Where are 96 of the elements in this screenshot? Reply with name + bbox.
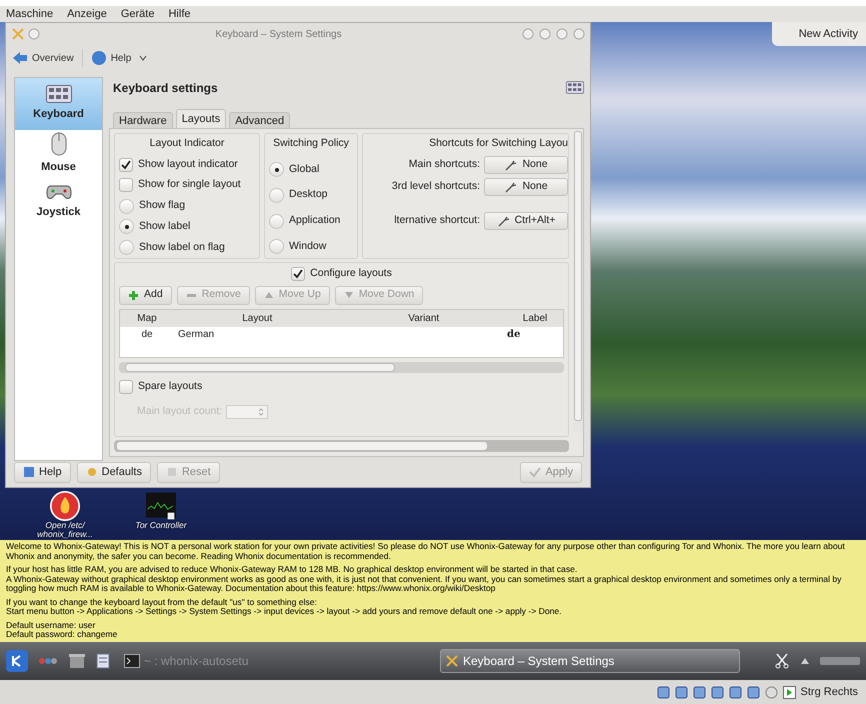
menu-item[interactable]: Geräte (120, 6, 154, 22)
checkbox[interactable] (119, 178, 133, 192)
radio-button[interactable] (119, 198, 134, 214)
column-header[interactable]: Map (120, 310, 174, 326)
option-label[interactable]: Show for single layout (138, 177, 241, 194)
column-header[interactable]: Label (507, 310, 563, 326)
radio-button[interactable] (119, 219, 134, 234)
group-title: Shortcuts for Switching Layou (428, 136, 568, 151)
notice-text: Default password: changeme (6, 630, 118, 640)
check-icon (529, 466, 542, 478)
column-header[interactable]: Layout (174, 310, 340, 326)
column-header[interactable]: Variant (340, 310, 507, 326)
mouse-icon (50, 132, 66, 156)
checkbox[interactable] (291, 266, 306, 281)
desktop-icon-label[interactable]: Open /etc/ whonix_firew... (30, 521, 100, 539)
table-cell-text: de (140, 328, 154, 342)
checkbox[interactable] (119, 158, 133, 172)
wrench-icon (504, 158, 518, 171)
arrow-key-icon (782, 686, 796, 698)
shortcut-button[interactable]: Ctrl+Alt+ (484, 212, 568, 230)
footer-button[interactable]: Defaults (76, 462, 151, 482)
horizontal-scrollbar[interactable] (114, 440, 569, 452)
keyboard-icon (46, 85, 72, 104)
vertical-scrollbar[interactable] (573, 130, 583, 432)
footer-button[interactable]: Help (14, 462, 71, 482)
tab[interactable]: Advanced (229, 112, 290, 128)
start-menu-icon[interactable] (6, 650, 28, 672)
toolbar-button[interactable]: Help (90, 50, 132, 66)
group-title: Layout Indicator (148, 136, 226, 151)
shortcut-label: lternative shortcut: (394, 212, 480, 228)
checkbox[interactable] (119, 380, 133, 394)
shortcut-label: 3rd level shortcuts: (392, 178, 480, 194)
new-activity-button[interactable]: New Activity (772, 22, 866, 46)
back-arrow-icon (12, 51, 28, 65)
toolbar-button[interactable]: Overview (12, 50, 74, 66)
plus-icon (128, 290, 139, 301)
tab[interactable]: Layouts (176, 108, 226, 128)
sidebar-item[interactable]: Joystick (15, 178, 102, 226)
notice-text: A Whonix-Gateway without graphical desktop environment works as good as one with, it is just not that convenient. If you want, you can sometimes start a graphical desktop environment and sometimes only a terminal by toggling how much RAM is available to Whonix-Gateway. Documentation about this feature: https://www.whonix.org/wiki/Desktop (6, 574, 842, 594)
option-label[interactable]: Show label (139, 218, 190, 235)
gamepad-icon (46, 183, 72, 202)
notice-text: Default username: user (6, 620, 96, 630)
option-label[interactable]: Desktop (289, 187, 328, 204)
option-label[interactable]: Application (289, 213, 340, 229)
up-triangle-icon (264, 291, 274, 300)
scissors-icon[interactable] (774, 653, 790, 669)
trash-icon[interactable] (68, 653, 86, 669)
option-label[interactable]: Window (289, 238, 326, 255)
table-cell-text: German (177, 328, 216, 342)
tools-icon (445, 654, 459, 668)
option-label[interactable]: Configure layouts (310, 266, 392, 282)
radio-button[interactable] (119, 240, 134, 256)
tools-icon[interactable] (11, 27, 25, 41)
wrench-icon (496, 214, 511, 227)
menu-item[interactable]: Maschine (6, 6, 54, 22)
table-cell-text: de (507, 328, 522, 342)
host-key-label: Strg Rechts (800, 684, 858, 700)
group-title: Switching Policy (272, 136, 350, 151)
activities-icon[interactable] (38, 655, 58, 667)
notice-text: Welcome to Whonix-Gateway! This is NOT a personal work station for your own private activities! So please do NOT use Whonix-Gateway for any purpose other than configuring Tor and Whonix. The more you learn about Whonix and anonymity, the safer you can become. Reading Whonix documentation is recommended. (6, 542, 846, 561)
window-title: Keyboard – System Settings (214, 28, 343, 42)
sidebar-item[interactable]: Mouse (15, 130, 102, 178)
desktop-icon-label[interactable]: Tor Controller (135, 521, 187, 530)
shortcut-button[interactable]: None (484, 178, 568, 196)
notice-text: If you want to change the keyboard layout from the default "us" to something else: (6, 598, 318, 607)
down-triangle-icon (344, 291, 354, 300)
document-icon[interactable] (96, 653, 110, 669)
option-label[interactable]: Global (289, 162, 320, 178)
radio-button[interactable] (269, 162, 284, 178)
menu-item[interactable]: Hilfe (168, 6, 190, 22)
option-label[interactable]: Spare layouts (138, 378, 202, 394)
layout-button[interactable]: Add (119, 286, 172, 305)
tab[interactable]: Hardware (113, 112, 173, 128)
flame-icon (50, 491, 80, 521)
clock-placeholder (820, 657, 860, 665)
page-heading: Keyboard settings (113, 80, 218, 97)
keyboard-icon (566, 81, 584, 94)
taskbar-task[interactable]: Keyboard – System Settings (440, 649, 740, 673)
menu-item[interactable]: Anzeige (67, 6, 107, 22)
notice-text: Start menu button -> Applications -> Settings -> System Settings -> input devices -> layout -> add yours and remove default one -> apply -> Done. (6, 607, 563, 616)
notice-text: If your host has little RAM, you are advised to reduce Whonix-Gateway RAM to 128 MB. No graphical desktop environment will be started in that case. (6, 565, 578, 574)
radio-button[interactable] (269, 214, 284, 229)
wrench-icon (504, 180, 518, 193)
option-label[interactable]: Show flag (139, 198, 186, 214)
shortcut-label: Main shortcuts: (408, 156, 480, 172)
up-arrow-icon[interactable] (800, 657, 810, 665)
caret-icon[interactable] (139, 55, 148, 61)
sidebar-item[interactable]: Keyboard (15, 78, 102, 130)
radio-button[interactable] (269, 188, 284, 203)
radio-button[interactable] (269, 239, 284, 254)
option-label[interactable]: Show label on flag (139, 240, 225, 256)
terminal-icon (124, 654, 140, 668)
shortcut-button[interactable]: None (484, 156, 568, 174)
horizontal-scrollbar[interactable] (119, 362, 564, 373)
monitor-graph-icon (144, 491, 178, 521)
option-label[interactable]: Show layout indicator (138, 156, 238, 172)
